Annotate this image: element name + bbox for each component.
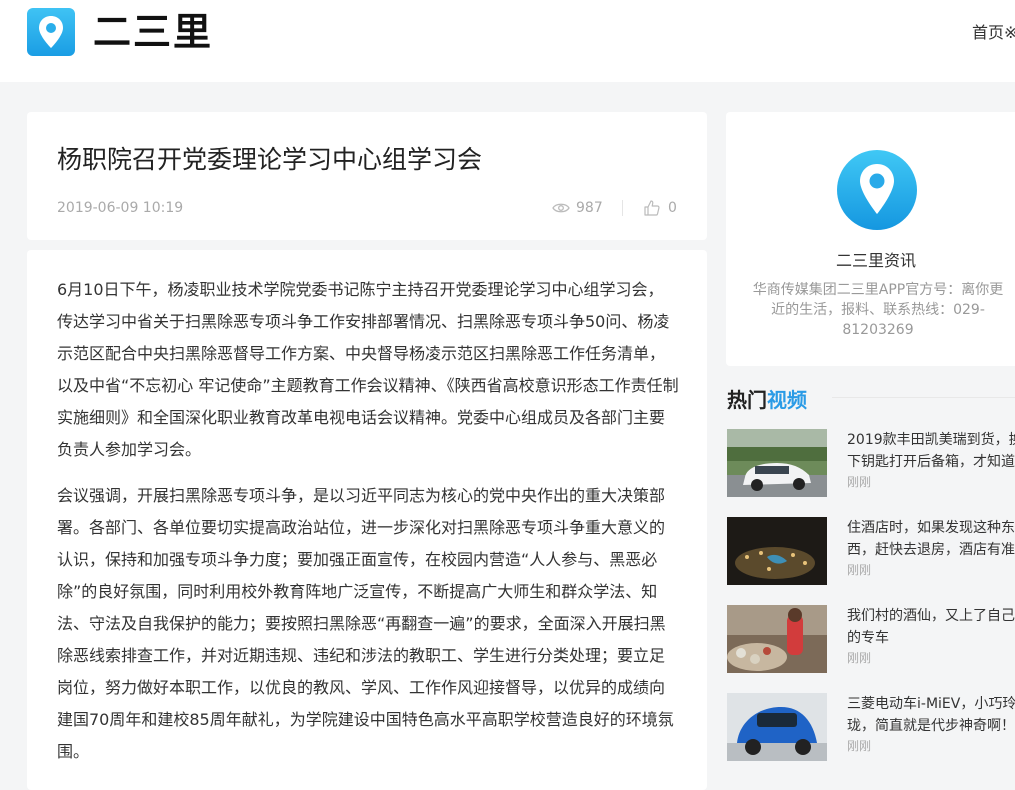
hot-videos-heading-accent: 视频 xyxy=(767,388,807,412)
video-item[interactable]: 三菱电动车i-MiEV，小巧玲 珑，简直就是代步神奇啊！ 刚刚 xyxy=(727,693,1015,761)
eye-icon xyxy=(552,203,570,213)
article-title: 杨职院召开党委理论学习中心组学习会 xyxy=(57,145,483,174)
author-name[interactable]: 二三里资讯 xyxy=(726,247,1015,271)
thumbs-up-icon xyxy=(644,200,660,216)
article-paragraph: 会议强调，开展扫黑除恶专项斗争，是以习近平同志为核心的党中央作出的重大决策部署。… xyxy=(57,486,674,761)
video-title-line: 三菱电动车i-MiEV，小巧玲 xyxy=(847,696,1015,712)
video-title-line: 我们村的酒仙，又上了自己 xyxy=(847,608,1015,624)
video-title-line: 珑，简直就是代步神奇啊！ xyxy=(847,718,1015,734)
video-time: 刚刚 xyxy=(847,475,872,489)
video-title[interactable]: 2019款丰田凯美瑞到货，换 下钥匙打开后备箱，才知道 xyxy=(847,429,1015,473)
video-title-line: 下钥匙打开后备箱，才知道 xyxy=(847,454,1015,470)
hot-videos-divider xyxy=(832,397,1015,398)
video-thumbnail-village[interactable] xyxy=(727,605,827,673)
video-time: 刚刚 xyxy=(847,739,872,753)
author-description: 华商传媒集团二三里APP官方号：离你更近的生活，报料、联系热线：029-8120… xyxy=(752,282,1004,338)
article-date: 2019-06-09 10:19 xyxy=(57,200,184,216)
video-time: 刚刚 xyxy=(847,651,872,665)
video-thumbnail-hotel[interactable] xyxy=(727,517,827,585)
video-thumbnail-car[interactable] xyxy=(727,429,827,497)
nav-next-glyph: ※ xyxy=(1004,23,1015,42)
video-title-line: 的专车 xyxy=(847,630,889,646)
video-item[interactable]: 2019款丰田凯美瑞到货，换 下钥匙打开后备箱，才知道 刚刚 xyxy=(727,429,1015,497)
video-title[interactable]: 住酒店时，如果发现这种东 西，赶快去退房，酒店有准 xyxy=(847,517,1015,561)
stat-divider xyxy=(622,200,623,216)
like-button[interactable]: 0 xyxy=(644,200,677,216)
video-time: 刚刚 xyxy=(847,563,872,577)
video-item[interactable]: 住酒店时，如果发现这种东 西，赶快去退房，酒店有准 刚刚 xyxy=(727,517,1015,585)
site-logo-text[interactable]: 二三里 xyxy=(93,6,213,58)
video-title-line: 2019款丰田凯美瑞到货，换 xyxy=(847,432,1015,448)
site-header: 二三里 首页※ xyxy=(0,0,1015,82)
video-title-line: 西，赶快去退房，酒店有准 xyxy=(847,542,1015,558)
video-title[interactable]: 三菱电动车i-MiEV，小巧玲 珑，简直就是代步神奇啊！ xyxy=(847,693,1015,737)
view-count-value: 987 xyxy=(576,200,603,216)
hot-videos-heading-prefix: 热门 xyxy=(727,388,767,412)
location-pin-icon xyxy=(860,164,894,214)
article-body-card: 6月10日下午，杨凌职业技术学院党委书记陈宁主持召开党委理论学习中心组学习会，传… xyxy=(27,250,707,790)
view-count: 987 xyxy=(552,200,603,216)
video-title[interactable]: 我们村的酒仙，又上了自己 的专车 xyxy=(847,605,1015,649)
video-thumbnail-ev[interactable] xyxy=(727,693,827,761)
author-avatar[interactable] xyxy=(837,150,917,230)
article-paragraph: 6月10日下午，杨凌职业技术学院党委书记陈宁主持召开党委理论学习中心组学习会，传… xyxy=(57,280,679,459)
logo-pin-icon[interactable] xyxy=(27,8,75,56)
nav-home-label: 首页 xyxy=(972,23,1005,42)
nav-home-link[interactable]: 首页※ xyxy=(972,22,1015,44)
hot-videos-heading: 热门视频 xyxy=(727,384,807,413)
video-title-line: 住酒店时，如果发现这种东 xyxy=(847,520,1015,536)
like-count-value: 0 xyxy=(668,200,677,216)
author-profile-card: 二三里资讯 华商传媒集团二三里APP官方号：离你更近的生活，报料、联系热线：02… xyxy=(726,112,1015,366)
video-item[interactable]: 我们村的酒仙，又上了自己 的专车 刚刚 xyxy=(727,605,1015,673)
article-header-card: 杨职院召开党委理论学习中心组学习会 2019-06-09 10:19 987 0 xyxy=(27,112,707,240)
